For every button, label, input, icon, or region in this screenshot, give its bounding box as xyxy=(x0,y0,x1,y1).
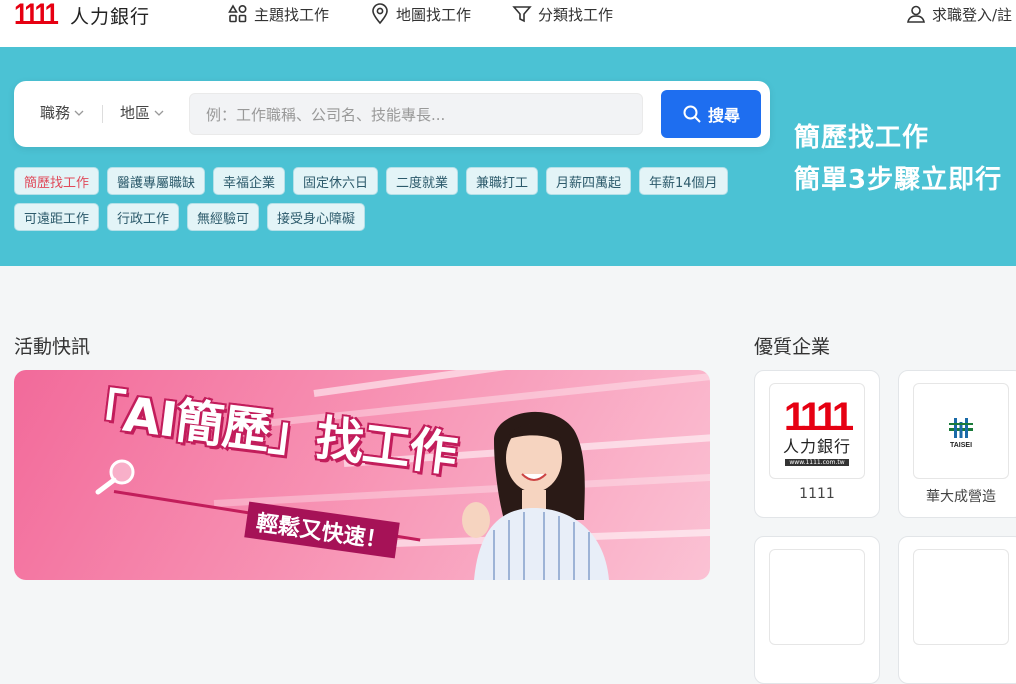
nav-topics-label: 主題找工作 xyxy=(254,5,330,24)
topics-icon xyxy=(228,4,247,23)
tag-item[interactable]: 可遠距工作 xyxy=(14,203,100,231)
company-logo: TAISEI xyxy=(913,383,1009,479)
user-icon xyxy=(907,5,925,23)
tag-item[interactable]: 幸福企業 xyxy=(213,167,286,195)
logo-1111-text: 人力銀行 xyxy=(782,436,851,456)
nav-map-label: 地圖找工作 xyxy=(396,5,472,24)
map-pin-icon xyxy=(372,3,388,25)
activity-section-title: 活動快訊 xyxy=(14,336,91,358)
search-input[interactable]: 例：工作職稱、公司名、技能專長... xyxy=(189,93,643,135)
hero-banner: 職務 地區 例：工作職稱、公司名、技能專長... 搜尋 簡歷找工作 醫護專屬職缺… xyxy=(0,47,1016,266)
company-name: 1111 xyxy=(799,486,835,502)
top-navbar: 1111 人力銀行 主題找工作 地圖找工作 分類找工作 求職登入/註 xyxy=(0,0,1016,47)
logo-1111-url: www.1111.com.tw xyxy=(785,458,849,466)
chevron-down-icon xyxy=(74,110,84,116)
logo-1111-number: 1111 xyxy=(783,394,854,439)
company-card[interactable]: 1111 人力銀行 www.1111.com.tw 1111 xyxy=(754,370,880,518)
company-card[interactable] xyxy=(898,536,1016,684)
tag-item[interactable]: 固定休六日 xyxy=(293,167,379,195)
nav-login-label: 求職登入/註 xyxy=(932,5,1013,24)
logo-text: 人力銀行 xyxy=(70,5,151,28)
company-card[interactable]: TAISEI 華大成營造 xyxy=(898,370,1016,518)
nav-login[interactable]: 求職登入/註 xyxy=(906,2,1012,26)
companies-section-title: 優質企業 xyxy=(754,336,831,358)
tag-item[interactable]: 年薪14個月 xyxy=(639,167,728,195)
tag-item[interactable]: 無經驗可 xyxy=(187,203,260,231)
area-dropdown[interactable]: 地區 xyxy=(120,102,164,123)
search-button-label: 搜尋 xyxy=(707,106,740,125)
company-logo xyxy=(769,549,865,645)
job-dropdown-label: 職務 xyxy=(40,104,71,122)
tag-item[interactable]: 接受身心障礙 xyxy=(267,203,366,231)
nav-category-label: 分類找工作 xyxy=(538,5,614,24)
company-card[interactable] xyxy=(754,536,880,684)
promo-line-1: 簡歷找工作 xyxy=(794,123,930,153)
tag-item[interactable]: 簡歷找工作 xyxy=(14,167,100,195)
company-name: 華大成營造 xyxy=(926,489,996,505)
search-placeholder: 例：工作職稱、公司名、技能專長... xyxy=(206,105,446,124)
area-dropdown-label: 地區 xyxy=(120,104,151,122)
filter-icon xyxy=(512,6,532,23)
activity-banner[interactable]: 「AI簡歷」找工作 輕鬆又快速！ xyxy=(14,370,710,580)
taisei-logo-icon xyxy=(949,417,973,438)
nav-category[interactable]: 分類找工作 xyxy=(512,2,613,26)
divider xyxy=(102,105,103,123)
job-dropdown[interactable]: 職務 xyxy=(40,102,84,123)
tag-item[interactable]: 月薪四萬起 xyxy=(546,167,632,195)
person-illustration xyxy=(462,411,609,580)
taisei-logo-text: TAISEI xyxy=(949,441,973,449)
promo-text[interactable]: 簡歷找工作 簡單3步驟立即行 xyxy=(794,117,1002,201)
nav-map[interactable]: 地圖找工作 xyxy=(370,2,471,26)
banner-subtitle: 輕鬆又快速！ xyxy=(244,501,400,559)
search-box: 職務 地區 例：工作職稱、公司名、技能專長... 搜尋 xyxy=(14,81,770,147)
tag-item[interactable]: 醫護專屬職缺 xyxy=(107,167,206,195)
site-logo[interactable]: 1111 人力銀行 xyxy=(14,0,150,30)
company-logo: 1111 人力銀行 www.1111.com.tw xyxy=(769,383,865,479)
logo-number: 1111 xyxy=(14,0,59,31)
chevron-down-icon xyxy=(154,110,164,116)
promo-line-2: 簡單3步驟立即行 xyxy=(794,165,1003,195)
tag-item[interactable]: 二度就業 xyxy=(386,167,459,195)
search-icon xyxy=(683,105,701,123)
search-button[interactable]: 搜尋 xyxy=(661,90,761,138)
magnifier-icon xyxy=(95,459,135,495)
tag-item[interactable]: 行政工作 xyxy=(107,203,180,231)
tag-item[interactable]: 兼職打工 xyxy=(466,167,539,195)
company-logo xyxy=(913,549,1009,645)
nav-topics[interactable]: 主題找工作 xyxy=(228,2,329,26)
